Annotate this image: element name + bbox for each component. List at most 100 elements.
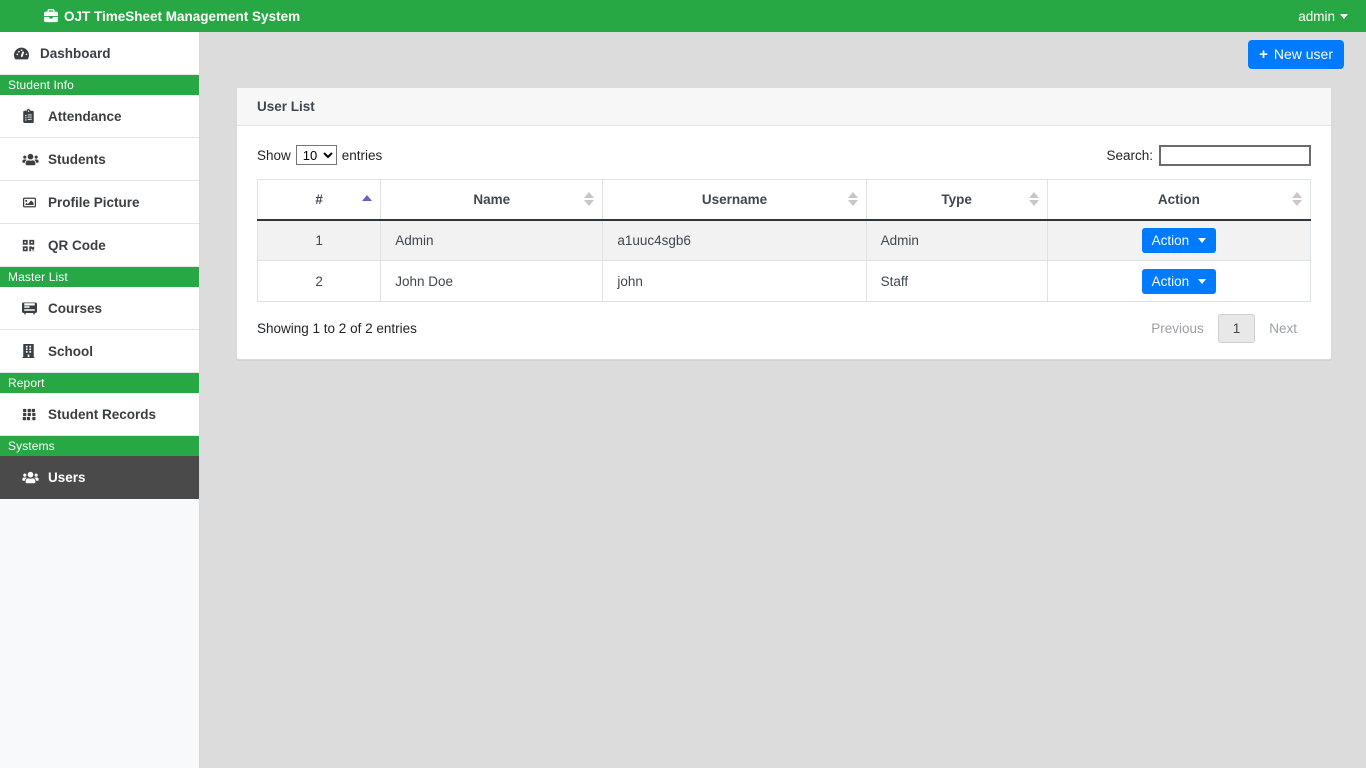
pagination: Previous 1 Next [1137,313,1311,343]
sidebar-item-label: Student Records [48,406,157,422]
sidebar-item-label: Attendance [48,108,122,124]
entries-prefix-label: Show [257,147,291,163]
datatable-footer: Showing 1 to 2 of 2 entries Previous 1 N… [257,313,1311,343]
cell-number: 1 [256,219,382,261]
sidebar-header-label: Student Info [8,78,74,92]
sidebar-header-systems: Systems [0,436,199,456]
column-header-label: Name [473,191,511,207]
sidebar-header-report: Report [0,373,199,393]
entries-length-control: Show 10 entries [257,145,382,165]
sidebar-header-master-list: Master List [0,267,199,287]
sidebar-item-students[interactable]: Students [0,138,199,181]
sort-icon [1292,192,1302,207]
pagination-page-1[interactable]: 1 [1217,313,1256,343]
row-action-dropdown-button[interactable]: Action [1141,227,1217,253]
sidebar-item-label: School [48,343,94,359]
column-header-label: Action [1157,191,1200,207]
table-row: 1 Admin a1uuc4sgb6 Admin Action [256,219,1312,261]
column-header-action[interactable]: Action [1046,179,1312,221]
top-navbar: OJT TimeSheet Management System admin [0,0,1366,32]
table-row: 2 John Doe john Staff Action [256,260,1312,302]
sidebar-filler [0,499,199,768]
user-list-table: # Name Username Type Action 1 Admin a1uu… [256,179,1312,302]
users-icon [22,471,39,484]
qrcode-icon [22,239,39,252]
sidebar-item-dashboard[interactable]: Dashboard [0,32,199,75]
cell-type: Admin [865,219,1048,261]
sort-ascending-icon [362,195,373,202]
cell-username: john [602,260,867,302]
users-icon [22,153,39,166]
search-control: Search: [1106,144,1311,166]
cell-type: Staff [865,260,1048,302]
column-header-label: Type [941,191,972,207]
sidebar-item-attendance[interactable]: Attendance [0,95,199,138]
sidebar-item-label: Students [48,151,106,167]
sort-icon [584,192,595,207]
table-head: # Name Username Type Action [256,179,1312,221]
row-action-label: Action [1151,273,1190,289]
sidebar-header-label: Systems [8,439,55,453]
new-user-button-label: New user [1273,46,1333,63]
chalkboard-icon [22,302,39,315]
sidebar-item-qr-code[interactable]: QR Code [0,224,199,267]
search-label: Search: [1106,147,1153,163]
card-body: Show 10 entries Search: # Name Username … [237,126,1331,359]
caret-down-icon [1198,237,1207,243]
sidebar-item-label: QR Code [48,237,106,253]
caret-down-icon [1340,13,1348,19]
column-header-type[interactable]: Type [865,179,1048,221]
clipboard-list-icon [22,109,39,123]
brand[interactable]: OJT TimeSheet Management System [44,9,300,24]
row-action-label: Action [1151,232,1190,248]
user-menu-label: admin [1298,8,1335,24]
column-header-number[interactable]: # [256,179,382,221]
table-body: 1 Admin a1uuc4sgb6 Admin Action 2 John D… [256,219,1312,302]
building-icon [22,344,39,358]
page-title: User List [257,99,315,114]
entries-per-page-select[interactable]: 10 [295,145,337,165]
sidebar-item-label: Profile Picture [48,194,140,210]
cell-username: a1uuc4sgb6 [602,219,867,261]
cell-number: 2 [256,260,382,302]
sidebar-item-users[interactable]: Users [0,456,199,499]
sidebar-header-label: Report [8,376,45,390]
cell-action: Action [1046,219,1312,261]
content-toolbar: + New user [200,32,1366,77]
sidebar-item-label: Courses [48,300,103,316]
main-content: + New user User List Show 10 entries Sea… [200,32,1366,768]
user-list-card: User List Show 10 entries Search: # Name… [236,87,1332,360]
sidebar-header-student-info: Student Info [0,75,199,95]
search-input[interactable] [1159,144,1311,166]
user-menu[interactable]: admin [1298,9,1348,24]
sidebar-item-label: Dashboard [40,45,111,61]
caret-down-icon [1198,278,1207,284]
sidebar-item-profile-picture[interactable]: Profile Picture [0,181,199,224]
sort-icon [847,192,858,207]
image-icon [22,196,39,209]
pagination-previous[interactable]: Previous [1137,314,1218,343]
sidebar-item-courses[interactable]: Courses [0,287,199,330]
column-header-name[interactable]: Name [380,179,604,221]
column-header-label: # [315,191,323,207]
th-list-icon [22,408,39,421]
sidebar-item-student-records[interactable]: Student Records [0,393,199,436]
cell-action: Action [1046,260,1312,302]
sidebar-item-school[interactable]: School [0,330,199,373]
plus-icon: + [1259,45,1268,63]
datatable-info: Showing 1 to 2 of 2 entries [257,320,417,336]
cell-name: Admin [380,219,604,261]
entries-suffix-label: entries [341,147,383,163]
tachometer-icon [14,46,31,61]
sidebar-item-label: Users [48,469,86,485]
pagination-next[interactable]: Next [1255,314,1311,343]
sort-icon [1028,192,1039,207]
new-user-button[interactable]: + New user [1248,40,1344,69]
sidebar: Dashboard Student Info Attendance Studen… [0,32,200,768]
briefcase-icon [44,9,58,23]
table-header-row: # Name Username Type Action [256,179,1312,221]
datatable-controls: Show 10 entries Search: [257,140,1311,170]
sidebar-header-label: Master List [8,270,68,284]
row-action-dropdown-button[interactable]: Action [1141,268,1217,294]
column-header-username[interactable]: Username [602,179,867,221]
